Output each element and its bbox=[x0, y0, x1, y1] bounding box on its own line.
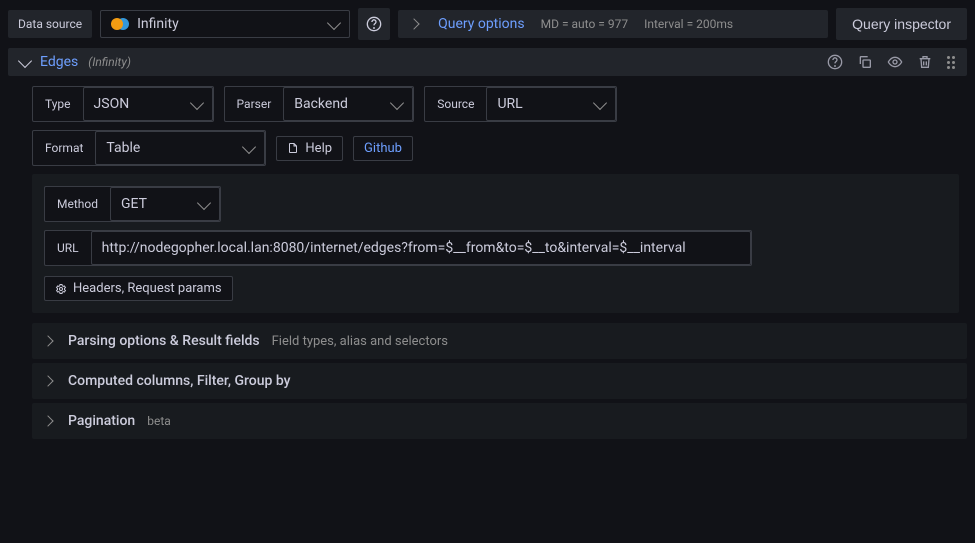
headers-label: Headers, Request params bbox=[73, 281, 222, 296]
url-label: URL bbox=[45, 231, 91, 265]
source-field: Source URL bbox=[424, 86, 617, 122]
query-options-bar[interactable]: Query options MD = auto = 977 Interval =… bbox=[398, 10, 828, 38]
computed-section[interactable]: Computed columns, Filter, Group by bbox=[32, 363, 967, 399]
source-label: Source bbox=[425, 87, 486, 121]
parsing-hint: Field types, alias and selectors bbox=[272, 334, 448, 349]
headers-params-button[interactable]: Headers, Request params bbox=[44, 276, 233, 301]
method-select[interactable]: GET bbox=[110, 187, 220, 221]
github-button[interactable]: Github bbox=[353, 136, 413, 161]
pagination-section[interactable]: Pagination beta bbox=[32, 403, 967, 439]
parser-label: Parser bbox=[225, 87, 284, 121]
interval-text: Interval = 200ms bbox=[644, 17, 733, 31]
help-button[interactable]: Help bbox=[276, 136, 343, 161]
infinity-icon bbox=[111, 17, 129, 31]
parsing-section[interactable]: Parsing options & Result fields Field ty… bbox=[32, 323, 967, 359]
copy-icon[interactable] bbox=[857, 54, 873, 70]
source-select[interactable]: URL bbox=[486, 87, 616, 121]
computed-title: Computed columns, Filter, Group by bbox=[68, 373, 291, 389]
method-label: Method bbox=[45, 187, 110, 221]
chevron-down-icon bbox=[593, 95, 607, 109]
url-field: URL bbox=[44, 230, 752, 266]
chevron-right-icon bbox=[42, 415, 53, 426]
chevron-down-icon bbox=[327, 15, 341, 29]
chevron-right-icon bbox=[42, 375, 53, 386]
question-circle-icon bbox=[366, 16, 382, 32]
chevron-down-icon bbox=[390, 95, 404, 109]
parser-value: Backend bbox=[294, 96, 382, 112]
query-options-link[interactable]: Query options bbox=[438, 16, 525, 32]
url-input[interactable] bbox=[91, 231, 751, 265]
beta-badge: beta bbox=[147, 414, 171, 428]
parser-field: Parser Backend bbox=[224, 86, 415, 122]
data-source-label: Data source bbox=[8, 10, 92, 38]
data-source-picker[interactable]: Infinity bbox=[100, 10, 350, 38]
type-label: Type bbox=[33, 87, 83, 121]
query-row-header[interactable]: Edges (Infinity) bbox=[8, 48, 967, 76]
parser-select[interactable]: Backend bbox=[283, 87, 413, 121]
data-source-name: Infinity bbox=[137, 16, 321, 32]
source-value: URL bbox=[497, 96, 585, 112]
chevron-down-icon bbox=[189, 95, 203, 109]
trash-icon[interactable] bbox=[917, 54, 933, 70]
type-value: JSON bbox=[94, 96, 182, 112]
parsing-title: Parsing options & Result fields bbox=[68, 333, 260, 349]
chevron-right-icon bbox=[408, 18, 419, 29]
format-field: Format Table bbox=[32, 130, 266, 166]
gear-icon bbox=[55, 283, 67, 295]
type-select[interactable]: JSON bbox=[83, 87, 213, 121]
query-name[interactable]: Edges bbox=[40, 54, 78, 70]
format-value: Table bbox=[106, 140, 234, 156]
eye-icon[interactable] bbox=[887, 54, 903, 70]
chevron-right-icon bbox=[42, 335, 53, 346]
chevron-down-icon bbox=[197, 195, 211, 209]
method-field: Method GET bbox=[44, 186, 221, 222]
md-text: MD = auto = 977 bbox=[541, 17, 628, 31]
help-icon-button[interactable] bbox=[358, 8, 390, 40]
format-select[interactable]: Table bbox=[95, 131, 265, 165]
type-field: Type JSON bbox=[32, 86, 214, 122]
format-label: Format bbox=[33, 131, 95, 165]
method-value: GET bbox=[121, 196, 189, 212]
chevron-down-icon bbox=[242, 139, 256, 153]
drag-handle-icon[interactable] bbox=[947, 56, 955, 69]
query-inspector-button[interactable]: Query inspector bbox=[836, 8, 967, 40]
question-circle-icon[interactable] bbox=[827, 54, 843, 70]
query-datasource-hint: (Infinity) bbox=[88, 55, 131, 69]
help-label: Help bbox=[305, 141, 332, 156]
pagination-title: Pagination bbox=[68, 413, 135, 429]
chevron-down-icon bbox=[18, 53, 32, 67]
document-icon bbox=[287, 142, 299, 154]
